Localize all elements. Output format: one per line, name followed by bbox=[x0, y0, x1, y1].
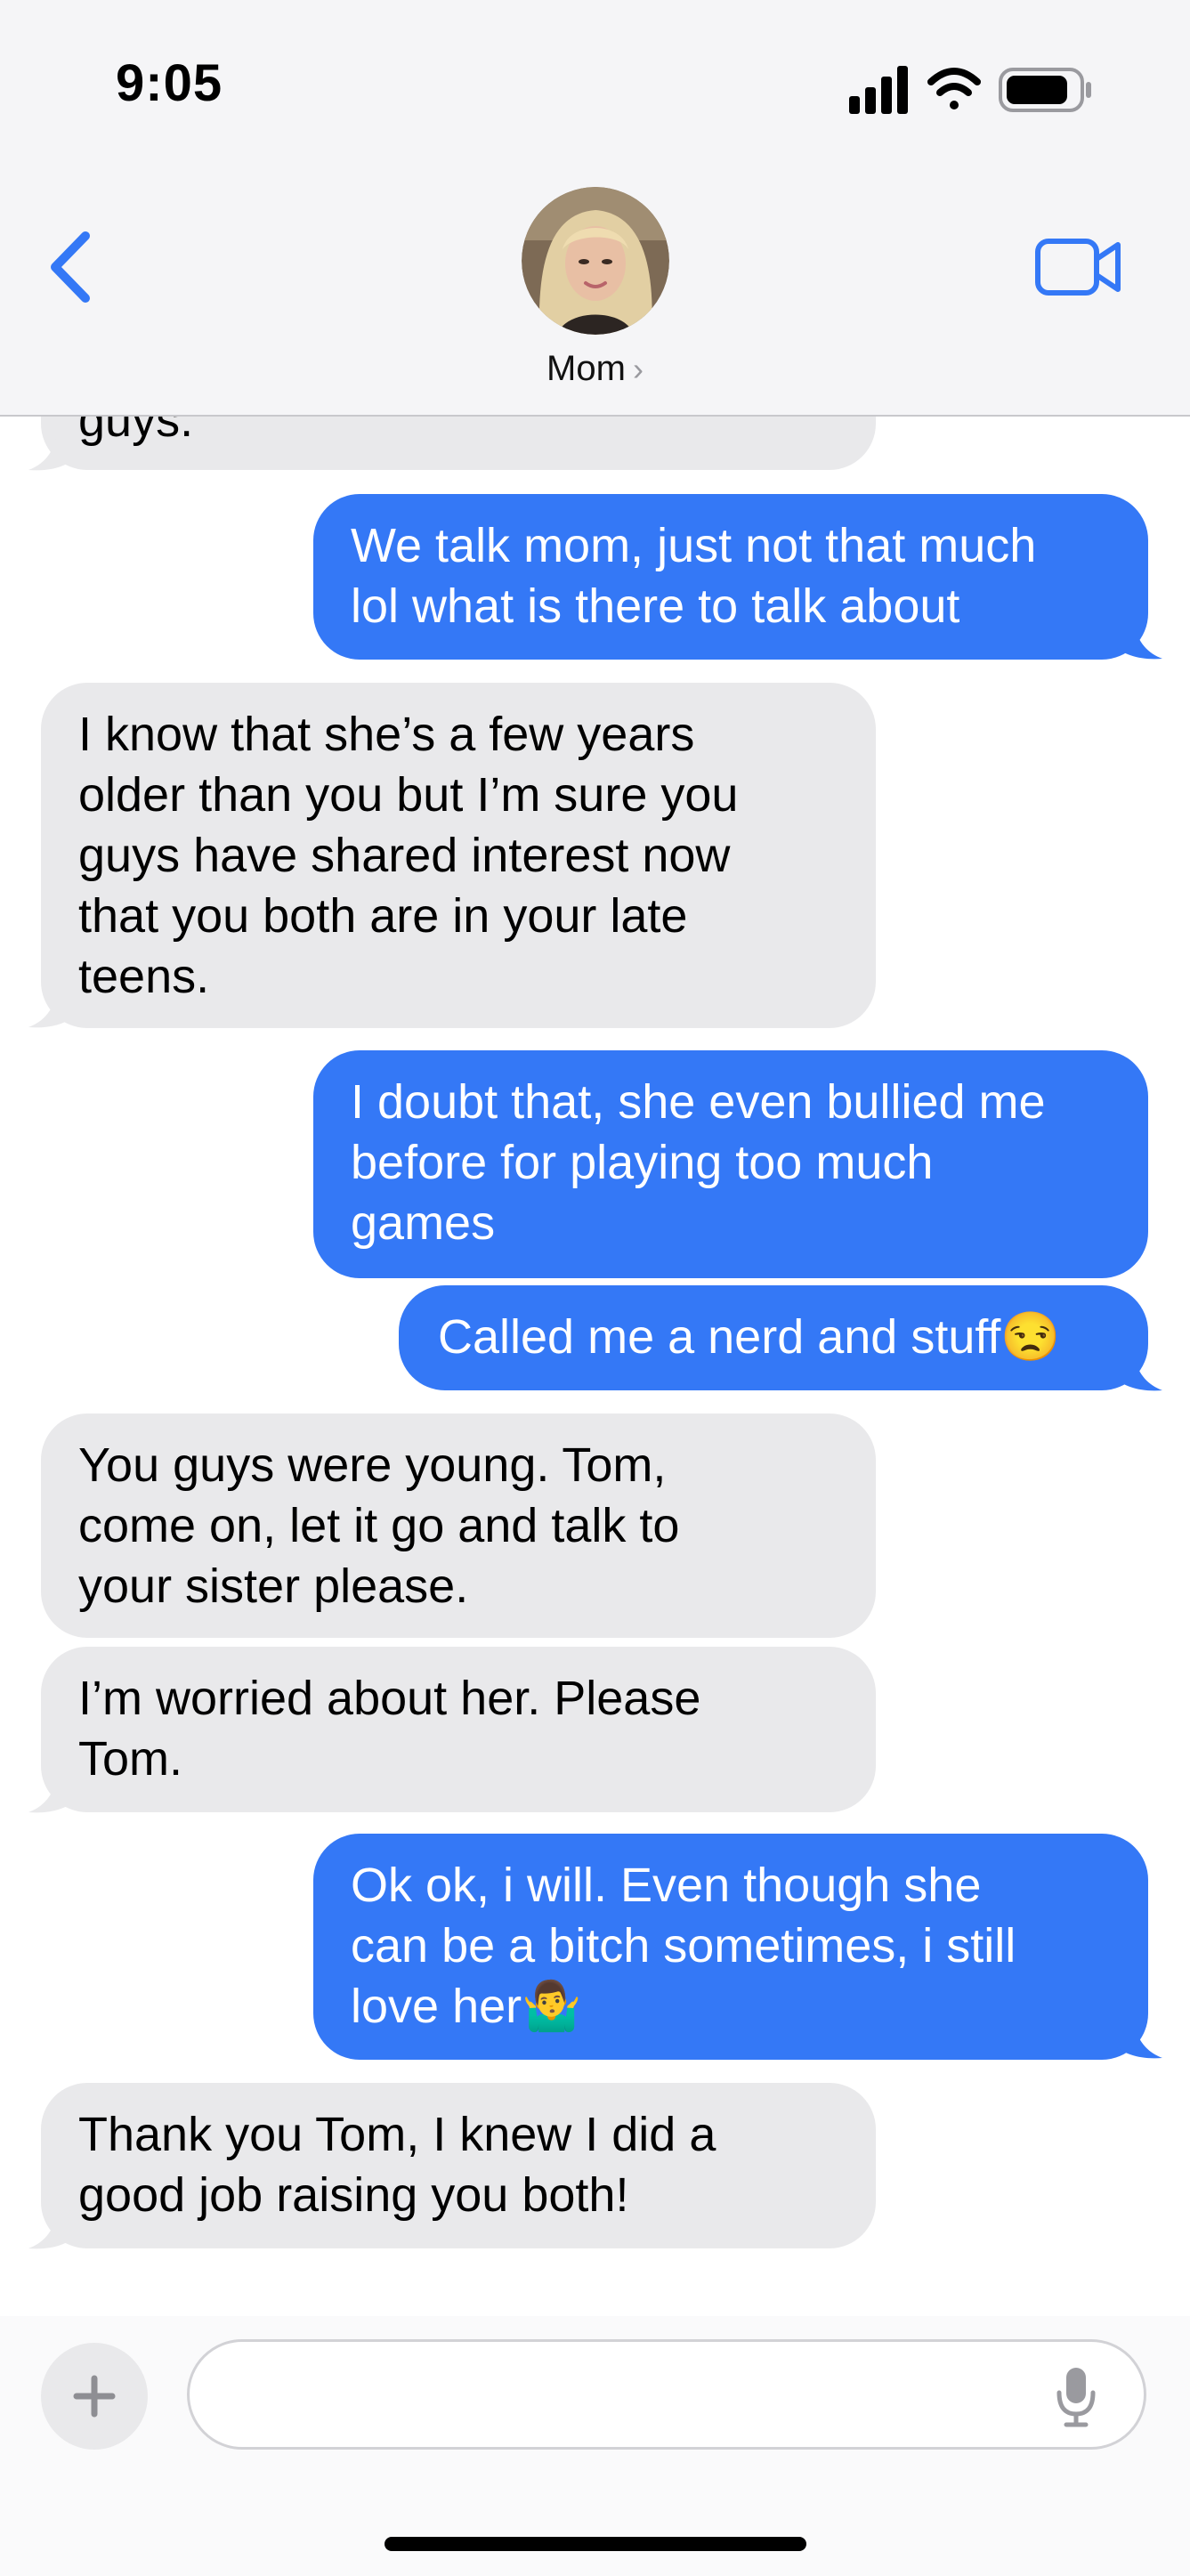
message-bubble-incoming[interactable]: You guys were young. Tom, come on, let i… bbox=[41, 1414, 876, 1638]
wifi-icon bbox=[927, 68, 981, 109]
message-bubble-incoming[interactable]: I’m worried about her. Please Tom. bbox=[41, 1647, 876, 1812]
message-input[interactable] bbox=[187, 2339, 1146, 2450]
status-time: 9:05 bbox=[116, 54, 223, 112]
message-bubble-outgoing[interactable]: Called me a nerd and stuff😒 bbox=[399, 1285, 1148, 1390]
conversation-header: 9:05 Mom › bbox=[0, 0, 1190, 417]
bubble-tail bbox=[1113, 1355, 1162, 1391]
bubble-tail bbox=[1113, 2022, 1162, 2059]
message-bubble-incoming[interactable]: Thank you Tom, I knew I did a good job r… bbox=[41, 2083, 876, 2248]
status-icons bbox=[849, 66, 1091, 114]
battery-icon bbox=[999, 68, 1091, 112]
microphone-icon[interactable] bbox=[1056, 2366, 1097, 2428]
plus-button[interactable] bbox=[41, 2343, 148, 2450]
bubble-tail bbox=[28, 2213, 78, 2249]
back-chevron-icon[interactable] bbox=[43, 227, 105, 307]
contact-name-button[interactable]: Mom › bbox=[0, 349, 1190, 389]
message-bubble-incoming[interactable]: I know that she’s a few years older than… bbox=[41, 683, 876, 1028]
chevron-right-icon: › bbox=[632, 351, 644, 387]
plus-icon bbox=[73, 2375, 116, 2418]
message-bubble-outgoing[interactable]: Ok ok, i will. Even though she can be a … bbox=[313, 1834, 1148, 2060]
bubble-tail bbox=[28, 434, 78, 471]
bubble-tail bbox=[28, 992, 78, 1028]
cellular-signal-icon bbox=[849, 66, 908, 114]
contact-name: Mom bbox=[546, 349, 626, 388]
home-indicator[interactable] bbox=[385, 2537, 806, 2551]
contact-avatar[interactable] bbox=[522, 187, 669, 335]
video-camera-icon[interactable] bbox=[1034, 236, 1123, 298]
message-bubble-outgoing[interactable]: I doubt that, she even bullied me before… bbox=[313, 1050, 1148, 1278]
message-bubble-outgoing[interactable]: We talk mom, just not that much lol what… bbox=[313, 494, 1148, 660]
bubble-tail bbox=[1113, 623, 1162, 660]
bubble-tail bbox=[28, 1777, 78, 1813]
